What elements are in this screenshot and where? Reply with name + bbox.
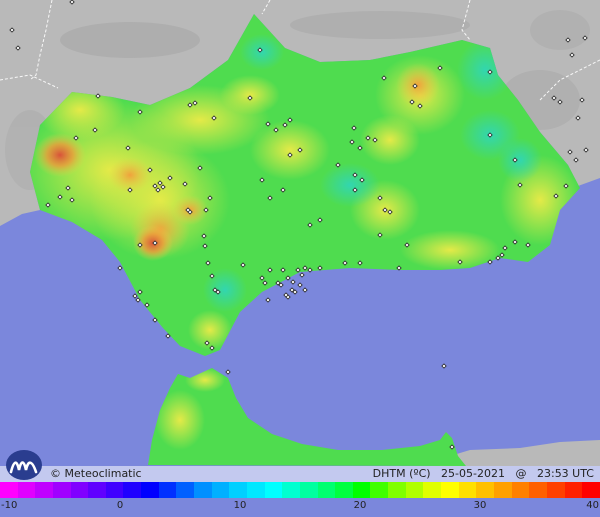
colorbar-segment <box>194 482 212 498</box>
colorbar-segment <box>246 482 265 498</box>
colorbar-segment <box>335 482 353 498</box>
colorbar-segment <box>493 482 512 498</box>
tick-label: -10 <box>1 500 18 511</box>
colorbar-segment <box>564 482 583 498</box>
variable-label: DHTM (ºC) <box>372 467 431 480</box>
colorbar-segment <box>441 482 459 498</box>
colorbar-segment <box>70 482 89 498</box>
colorbar-segment <box>264 482 283 498</box>
colorbar-segment <box>229 482 247 498</box>
meteoclimatic-logo-icon <box>6 450 42 480</box>
colorbar-segment <box>546 482 565 498</box>
colorbar-segment <box>158 482 177 498</box>
date-label: 25-05-2021 <box>441 467 505 480</box>
colorbar-segment <box>0 482 18 498</box>
colorbar-segment <box>317 482 336 498</box>
colorbar-segment <box>88 482 106 498</box>
colorbar-segment <box>105 482 124 498</box>
colorbar-segment <box>370 482 389 498</box>
colorbar-segment <box>211 482 230 498</box>
colorbar-segment <box>141 482 159 498</box>
colorbar-segment <box>511 482 530 498</box>
brand[interactable]: © Meteoclimatic <box>4 446 144 482</box>
tick-label: 10 <box>233 500 247 511</box>
weather-map: © Meteoclimatic DHTM (ºC) 25-05-2021 @ 2… <box>0 0 600 517</box>
colorbar-segment <box>582 482 600 498</box>
tick-label: 0 <box>116 500 124 511</box>
colorbar-segment <box>352 482 371 498</box>
map-canvas <box>0 0 600 517</box>
colorbar-segment <box>282 482 300 498</box>
copyright-text: © Meteoclimatic <box>50 467 142 480</box>
colorbar-segment <box>123 482 142 498</box>
colorbar-segment <box>405 482 424 498</box>
colorbar-segment <box>423 482 442 498</box>
colorbar-segment <box>299 482 318 498</box>
map-info: DHTM (ºC) 25-05-2021 @ 23:53 UTC <box>373 467 594 480</box>
temperature-colorbar <box>0 482 600 498</box>
colorbar-segment <box>458 482 477 498</box>
colorbar-segment <box>176 482 195 498</box>
logo-mark-icon <box>9 461 38 474</box>
time-label: 23:53 UTC <box>536 467 594 480</box>
colorbar-segment <box>52 482 71 498</box>
colorbar-segment <box>476 482 494 498</box>
colorbar-segment <box>35 482 53 498</box>
at-label: @ <box>515 467 527 480</box>
tick-label: 20 <box>353 500 367 511</box>
colorbar-ticks: -10 0 10 20 30 40 <box>0 498 600 517</box>
tick-label: 40 <box>586 500 599 511</box>
colorbar-segment <box>17 482 36 498</box>
colorbar-segment <box>529 482 547 498</box>
colorbar-segment <box>388 482 406 498</box>
tick-label: 30 <box>473 500 487 511</box>
